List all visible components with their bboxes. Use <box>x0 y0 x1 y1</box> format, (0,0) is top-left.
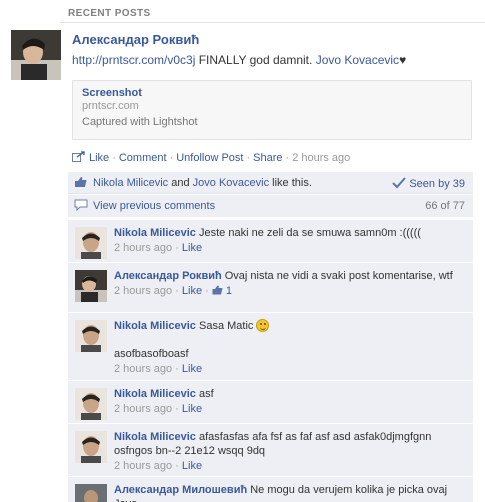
comment-meta: 2 hours ago · Like <box>114 403 203 415</box>
comment-body: Александар Роквић Ovaj nista ne vidi a s… <box>114 269 467 283</box>
thumbs-up-icon <box>212 285 223 295</box>
post-url-link[interactable]: http://prntscr.com/v0c3j <box>72 53 195 67</box>
attachment-caption: Captured with Lightshot <box>82 116 198 128</box>
comment-item: Nikola Milicevic afasfasfas afa fsf as f… <box>68 423 473 476</box>
commenter-avatar[interactable] <box>75 484 107 502</box>
seen-by-link[interactable]: Seen by 39 <box>392 177 465 190</box>
comment-meta: 2 hours ago · Like <box>114 242 203 254</box>
comment-item: Александар Милошевић Ne mogu da verujem … <box>68 476 473 502</box>
commenter-name-link[interactable]: Nikola Milicevic <box>114 227 196 239</box>
post-author-link[interactable]: Александар Роквић <box>72 32 199 47</box>
comment-like-link[interactable]: Like <box>182 285 202 297</box>
comment-timestamp[interactable]: 2 hours ago <box>114 403 172 415</box>
separator-dot: · <box>112 152 116 164</box>
tagged-user-link[interactable]: Jovo Kovacevic <box>316 53 399 67</box>
comment-link[interactable]: Comment <box>119 152 167 164</box>
mentioned-user-link[interactable]: Sasa Matic <box>199 320 253 332</box>
comment-timestamp[interactable]: 2 hours ago <box>114 285 172 297</box>
comment-item: Александар Роквић Ovaj nista ne vidi a s… <box>68 262 473 312</box>
commenter-name-link[interactable]: Nikola Milicevic <box>114 431 196 443</box>
comment-bubble-icon <box>74 199 88 211</box>
comment-like-link[interactable]: Like <box>182 363 202 375</box>
comment-body: Nikola Milicevic afasfasfas afa fsf as f… <box>114 430 467 458</box>
likes-summary: Nikola Milicevic and Jovo Kovacevic like… <box>68 172 473 194</box>
liker-link[interactable]: Nikola Milicevic <box>93 177 168 189</box>
comment-text: Jeste naki ne zeli da se smuwa samn0m :(… <box>199 227 421 239</box>
commenter-avatar[interactable] <box>75 320 107 352</box>
post-message: http://prntscr.com/v0c3j FINALLY god dam… <box>72 53 406 67</box>
comment-meta: 2 hours ago · Like · 1 <box>114 285 233 297</box>
post-timestamp[interactable]: 2 hours ago <box>292 152 350 164</box>
comment-item: Nikola Milicevic Jeste naki ne zeli da s… <box>68 219 473 262</box>
attachment-domain: prntscr.com <box>82 100 139 112</box>
like-link[interactable]: Like <box>89 152 109 164</box>
commenter-name-link[interactable]: Nikola Milicevic <box>114 320 196 332</box>
comment-body: Nikola Milicevic Jeste naki ne zeli da s… <box>114 226 467 240</box>
comment-like-link[interactable]: Like <box>182 460 202 472</box>
comment-text: asf <box>199 388 214 400</box>
commenter-name-link[interactable]: Nikola Milicevic <box>114 388 196 400</box>
commenter-name-link[interactable]: Александар Милошевић <box>114 484 247 496</box>
separator-dot: · <box>246 152 251 164</box>
commenter-avatar[interactable] <box>75 431 107 463</box>
separator-dot: · <box>285 152 290 164</box>
comment-body: Nikola Milicevic Sasa Matic <box>114 319 467 333</box>
separator-dot: · <box>169 152 174 164</box>
comment-text-line: asofbasofboasf <box>114 348 189 360</box>
comment-item: Nikola Milicevic asf 2 hours ago · Like <box>68 380 473 423</box>
smiley-emoticon-icon <box>256 319 270 332</box>
commenter-avatar[interactable] <box>75 270 107 302</box>
comment-body: Nikola Milicevic asf <box>114 387 467 401</box>
comment-like-link[interactable]: Like <box>182 242 202 254</box>
comment-body: Александар Милошевић Ne mogu da verujem … <box>114 483 467 502</box>
heart-symbol: ♥ <box>399 53 407 67</box>
share-icon <box>72 151 85 162</box>
comment-item: Nikola Milicevic Sasa Matic asofbasofboa… <box>68 312 473 380</box>
thumbs-up-icon <box>75 177 87 187</box>
comment-meta: 2 hours ago · Like <box>114 460 203 472</box>
likes-and: and <box>168 177 193 189</box>
commenter-avatar[interactable] <box>75 227 107 259</box>
comment-timestamp[interactable]: 2 hours ago <box>114 363 172 375</box>
comment-timestamp[interactable]: 2 hours ago <box>114 460 172 472</box>
avatar[interactable] <box>11 30 61 80</box>
comment-like-link[interactable]: Like <box>182 403 202 415</box>
commenter-name-link[interactable]: Александар Роквић <box>114 270 222 282</box>
comment-timestamp[interactable]: 2 hours ago <box>114 242 172 254</box>
commenter-avatar[interactable] <box>75 388 107 420</box>
likes-suffix: like this. <box>269 177 312 189</box>
unfollow-post-link[interactable]: Unfollow Post <box>176 152 243 164</box>
comment-text: Ovaj nista ne vidi a svaki post komentar… <box>224 270 453 282</box>
comment-meta: 2 hours ago · Like <box>114 363 203 375</box>
link-attachment[interactable]: Screenshot prntscr.com Captured with Lig… <box>72 80 472 140</box>
comment-count: 66 of 77 <box>425 200 465 212</box>
attachment-title[interactable]: Screenshot <box>82 87 462 99</box>
checkmark-icon <box>392 177 407 189</box>
post-message-text: FINALLY god damnit. <box>195 53 316 67</box>
seen-by-count: Seen by 39 <box>409 178 465 190</box>
liker-link[interactable]: Jovo Kovacevic <box>193 177 269 189</box>
comment-likes-count[interactable]: 1 <box>226 285 232 297</box>
view-previous-comments-link[interactable]: View previous comments <box>93 200 215 212</box>
share-link[interactable]: Share <box>253 152 282 164</box>
section-title: RECENT POSTS <box>68 8 151 19</box>
post-actions: Like · Comment · Unfollow Post · Share · 2 hours… <box>72 151 350 164</box>
view-previous-comments-row[interactable]: View previous comments 66 of 77 <box>68 195 473 217</box>
section-divider <box>60 22 485 23</box>
